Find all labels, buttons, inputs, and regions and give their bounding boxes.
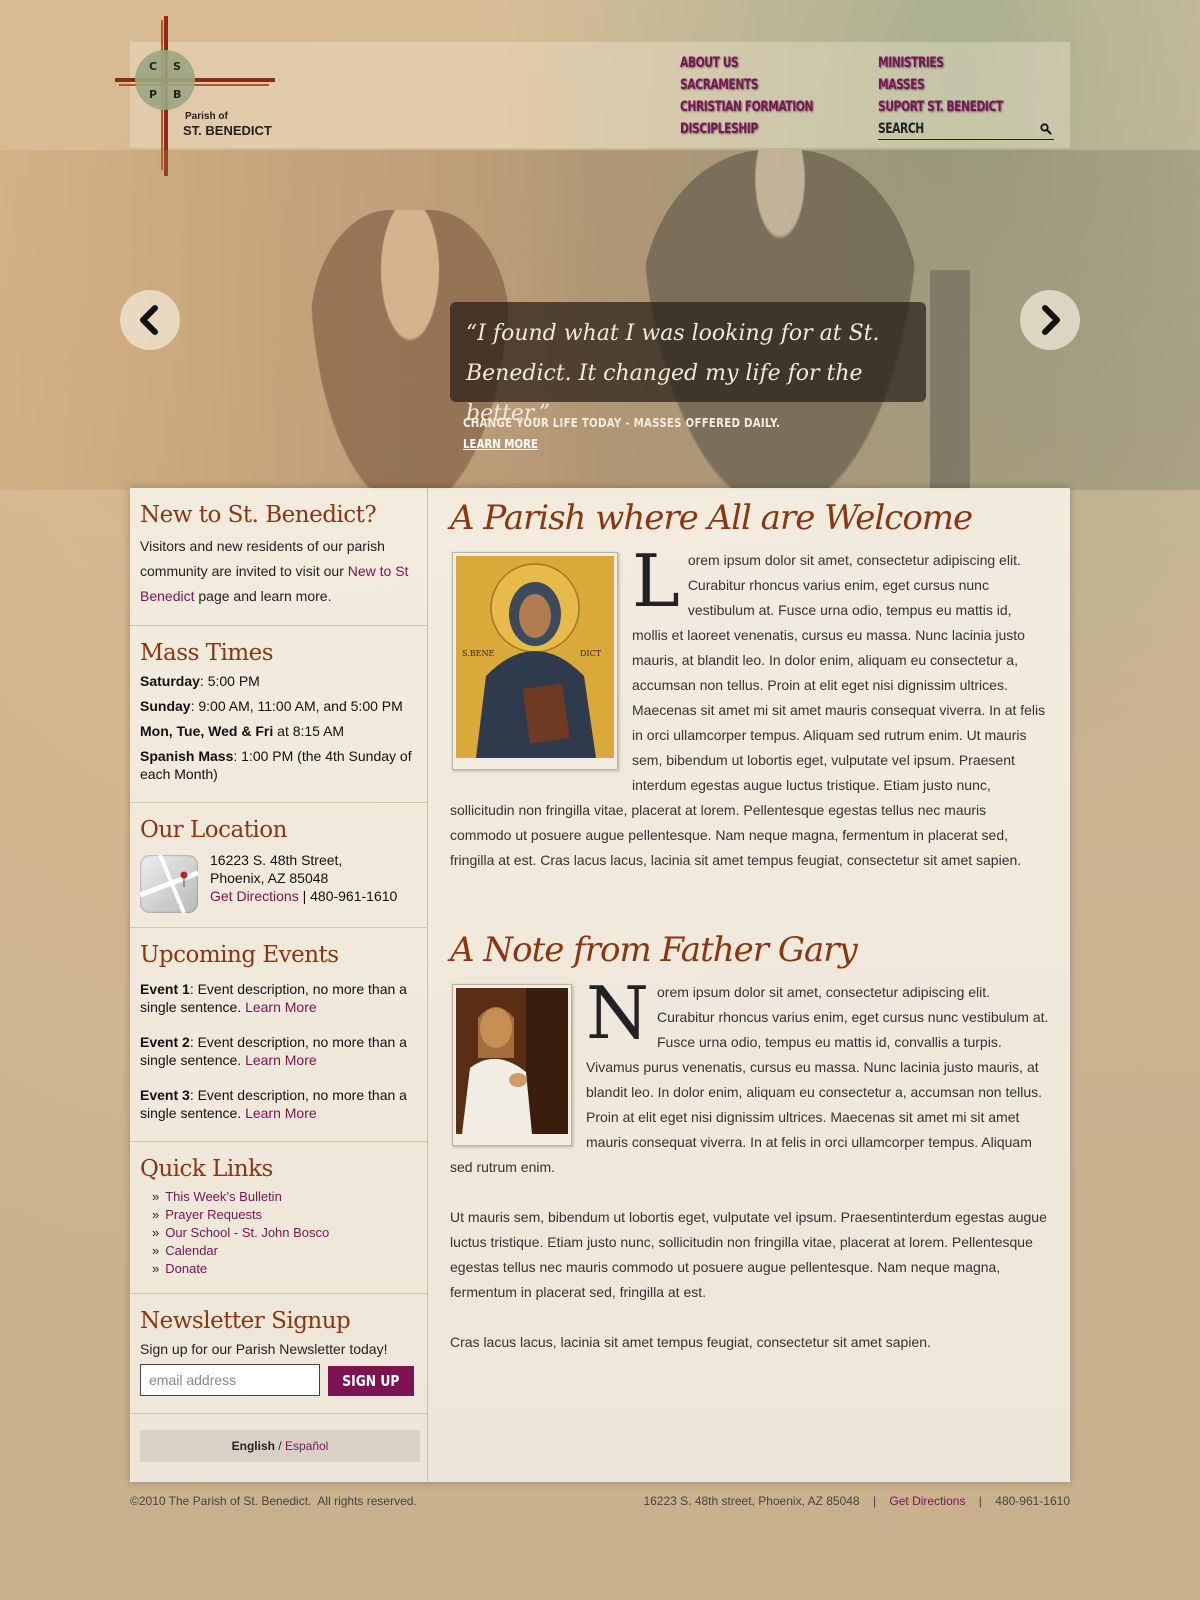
nav-masses[interactable]: MASSES: [878, 74, 1028, 96]
list-item: » This Week’s Bulletin: [152, 1189, 282, 1204]
quick-links-section: Quick Links » This Week’s Bulletin » Praye…: [130, 1142, 428, 1294]
svg-text:DICT: DICT: [580, 649, 602, 658]
sidebar: New to St. Benedict? Visitors and new re…: [130, 488, 428, 1482]
mass-saturday: Saturday: 5:00 PM: [140, 673, 260, 689]
location-address: 16223 S. 48th Street, Phoenix, AZ 85048 …: [210, 852, 398, 904]
hero-learn-more-link[interactable]: LEARN MORE: [463, 437, 538, 451]
list-item: » Donate: [152, 1261, 208, 1276]
events-section: Upcoming Events Event 1: Event descripti…: [130, 928, 428, 1142]
lang-english[interactable]: English: [232, 1439, 275, 1453]
location-title: Our Location: [140, 817, 287, 843]
newsletter-text: Sign up for our Parish Newsletter today!: [140, 1341, 388, 1357]
sign-up-button[interactable]: SIGN UP: [328, 1366, 414, 1396]
list-item: » Prayer Requests: [152, 1207, 263, 1222]
main-panel: New to St. Benedict? Visitors and new re…: [130, 488, 1070, 1482]
nav-left: ABOUT US SACRAMENTS CHRISTIAN FORMATION …: [680, 52, 836, 140]
bulletin-link[interactable]: This Week’s Bulletin: [165, 1189, 282, 1204]
footer-contact: 16223 S. 48th street, Phoenix, AZ 85048 …: [643, 1494, 1070, 1508]
logo-letter-s: S: [173, 60, 181, 73]
nav-christian-formation[interactable]: CHRISTIAN FORMATION: [680, 96, 813, 118]
carousel-prev-button[interactable]: [120, 290, 180, 350]
donate-link[interactable]: Donate: [165, 1261, 207, 1276]
footer-address: 16223 S. 48th street, Phoenix, AZ 85048: [643, 1494, 860, 1508]
event-item: Event 1: Event description, no more than…: [140, 981, 407, 1015]
newsletter-title: Newsletter Signup: [140, 1308, 351, 1334]
location-street: 16223 S. 48th Street,: [210, 852, 343, 868]
nav-support[interactable]: SUPORT ST. BENEDICT: [878, 96, 1028, 118]
school-link[interactable]: Our School - St. John Bosco: [165, 1225, 329, 1240]
search-icon[interactable]: [1040, 123, 1052, 135]
logo-letter-b: B: [173, 88, 182, 101]
nav-ministries[interactable]: MINISTRIES: [878, 52, 1028, 74]
logo-line2: ST. BENEDICT: [183, 123, 272, 138]
hero-tagline: CHANGE YOUR LIFE TODAY - MASSES OFFERED …: [463, 416, 781, 430]
new-text-end: page and learn more.: [194, 588, 332, 604]
mass-times-title: Mass Times: [140, 640, 274, 666]
prayer-requests-link[interactable]: Prayer Requests: [165, 1207, 262, 1222]
event-item: Event 2: Event description, no more than…: [140, 1034, 407, 1068]
note-text-3: Cras lacus lacus, lacinia sit amet tempu…: [450, 1334, 931, 1350]
search-input[interactable]: SEARCH: [878, 118, 1054, 140]
new-to-parish-title: New to St. Benedict?: [140, 502, 377, 528]
chevron-left-icon: [140, 305, 158, 335]
search-label: SEARCH: [878, 121, 924, 137]
welcome-dropcap: L: [632, 539, 680, 623]
chevron-right-icon: [1042, 305, 1060, 335]
logo-line1: Parish of: [185, 111, 228, 122]
new-to-parish-text: Visitors and new residents of our parish…: [140, 534, 418, 609]
list-item: » Calendar: [152, 1243, 218, 1258]
event-learn-more-link[interactable]: Learn More: [245, 1052, 317, 1068]
note-title: A Note from Father Gary: [450, 930, 858, 970]
language-switcher: English / Español: [140, 1430, 420, 1462]
mass-weekday: Mon, Tue, Wed & Fri at 8:15 AM: [140, 723, 345, 739]
nav-discipleship[interactable]: DISCIPLESHIP: [680, 118, 813, 140]
hero-quote: “I found what I was looking for at St. B…: [450, 302, 926, 426]
note-text-2: Ut mauris sem, bibendum ut lobortis eget…: [450, 1209, 1047, 1300]
nav-about-us[interactable]: ABOUT US: [680, 52, 813, 74]
mass-times-section: Mass Times Saturday: 5:00 PM Sunday: 9:0…: [130, 626, 428, 803]
nav-right: MINISTRIES MASSES SUPORT ST. BENEDICT SE…: [878, 52, 1054, 140]
nav-sacraments[interactable]: SACRAMENTS: [680, 74, 813, 96]
quick-links-title: Quick Links: [140, 1156, 273, 1182]
new-to-parish-section: New to St. Benedict? Visitors and new re…: [130, 488, 428, 626]
footer-copyright: ©2010 The Parish of St. Benedict. All ri…: [130, 1494, 417, 1508]
newsletter-section: Newsletter Signup Sign up for our Parish…: [130, 1294, 428, 1414]
carousel-next-button[interactable]: [1020, 290, 1080, 350]
list-item: » Our School - St. John Bosco: [152, 1225, 330, 1240]
map-icon[interactable]: [139, 854, 199, 914]
welcome-body: S.BENE DICT Lorem ipsum dolor sit amet, …: [450, 539, 1050, 873]
logo-letter-c: C: [149, 60, 158, 73]
event-learn-more-link[interactable]: Learn More: [245, 999, 317, 1015]
svg-text:S.BENE: S.BENE: [462, 649, 494, 658]
footer-phone: 480-961-1610: [995, 1494, 1070, 1508]
mass-sunday: Sunday: 9:00 AM, 11:00 AM, and 5:00 PM: [140, 698, 403, 714]
event-item: Event 3: Event description, no more than…: [140, 1087, 407, 1121]
calendar-link[interactable]: Calendar: [165, 1243, 218, 1258]
location-phone: 480-961-1610: [310, 888, 398, 904]
lang-espanol-link[interactable]: Español: [285, 1439, 328, 1453]
events-title: Upcoming Events: [140, 942, 339, 968]
get-directions-link[interactable]: Get Directions: [210, 888, 299, 904]
location-section: Our Location 16223 S. 48th Street, Phoen…: [130, 803, 428, 928]
welcome-title: A Parish where All are Welcome: [450, 498, 973, 538]
mass-spanish: Spanish Mass: 1:00 PM (the 4th Sunday of…: [140, 748, 412, 782]
logo-letter-p: P: [149, 88, 158, 101]
saint-benedict-icon-image: S.BENE DICT: [452, 552, 618, 770]
father-gary-photo: [452, 984, 572, 1146]
location-city: Phoenix, AZ 85048: [210, 870, 329, 886]
note-body: Norem ipsum dolor sit amet, consectetur …: [450, 971, 1050, 1355]
event-learn-more-link[interactable]: Learn More: [245, 1105, 317, 1121]
footer-directions-link[interactable]: Get Directions: [889, 1494, 965, 1508]
email-field[interactable]: email address: [140, 1364, 320, 1396]
note-dropcap: N: [586, 971, 649, 1055]
